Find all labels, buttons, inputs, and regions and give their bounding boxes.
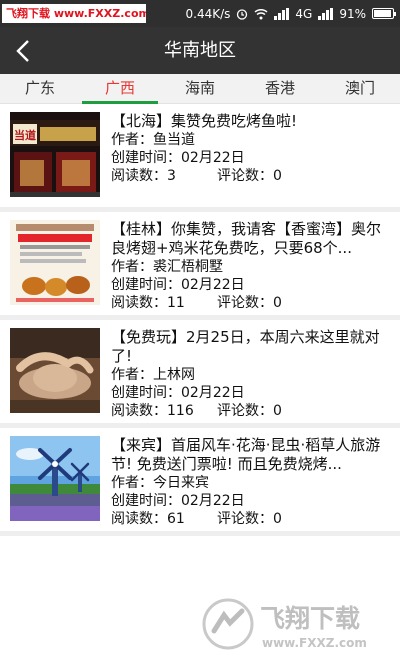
list-item[interactable]: 【来宾】首届风车·花海·昆虫·稻草人旅游节! 免费送门票啦! 而且免费烧烤...…: [0, 428, 400, 536]
item-comments: 0: [273, 295, 282, 311]
thumbnail-image: [10, 220, 100, 305]
item-title[interactable]: 【免费玩】2月25日，本周六来这里就对了!: [111, 328, 388, 366]
author-label: 作者：: [111, 259, 153, 275]
item-reads: 61: [167, 511, 185, 527]
created-label: 创建时间：: [111, 385, 181, 401]
thumbnail-image: [10, 328, 100, 413]
app-header: 华南地区: [0, 27, 400, 74]
item-info: 【免费玩】2月25日，本周六来这里就对了! 作者：上林网 创建时间：02月22日…: [111, 328, 388, 420]
status-bar: 飞翔下载 www.FXXZ.com 0.44K/s 4G 91%: [0, 0, 400, 27]
thumb-sign-text: 当道: [14, 128, 36, 142]
item-created: 02月22日: [181, 385, 245, 401]
watermark-url: www.FXXZ.com: [262, 636, 367, 650]
author-label: 作者：: [111, 475, 153, 491]
network-speed: 0.44K/s: [185, 6, 231, 21]
item-created: 02月22日: [181, 277, 245, 293]
item-author: 上林网: [153, 367, 195, 383]
reads-label: 阅读数：: [111, 295, 167, 311]
created-label: 创建时间：: [111, 493, 181, 509]
item-reads: 3: [167, 168, 176, 184]
tab-macau[interactable]: 澳门: [320, 74, 400, 103]
article-list: 当道 【北海】集赞免费吃烤鱼啦! 作者：鱼当道 创建时间：02月22日 阅读数：…: [0, 104, 400, 536]
created-label: 创建时间：: [111, 277, 181, 293]
watermark-top: 飞翔下载 www.FXXZ.com: [2, 4, 146, 23]
reads-label: 阅读数：: [111, 511, 167, 527]
region-tabs: 广东 广西 海南 香港 澳门: [0, 74, 400, 104]
battery-level: 91%: [339, 6, 366, 21]
comments-label: 评论数：: [217, 168, 273, 184]
tab-hongkong[interactable]: 香港: [240, 74, 320, 103]
item-info: 【来宾】首届风车·花海·昆虫·稻草人旅游节! 免费送门票啦! 而且免费烧烤...…: [111, 436, 388, 528]
item-author: 鱼当道: [153, 132, 195, 148]
tab-hainan[interactable]: 海南: [160, 74, 240, 103]
list-item[interactable]: 【免费玩】2月25日，本周六来这里就对了! 作者：上林网 创建时间：02月22日…: [0, 320, 400, 428]
wifi-icon: [254, 8, 268, 19]
comments-label: 评论数：: [217, 403, 273, 419]
item-info: 【北海】集赞免费吃烤鱼啦! 作者：鱼当道 创建时间：02月22日 阅读数：3 评…: [111, 112, 388, 185]
comments-label: 评论数：: [217, 295, 273, 311]
reads-label: 阅读数：: [111, 168, 167, 184]
comments-label: 评论数：: [217, 511, 273, 527]
list-item[interactable]: 【桂林】你集赞，我请客【香蜜湾】奥尔良烤翅+鸡米花免费吃，只要68个... 作者…: [0, 212, 400, 320]
item-comments: 0: [273, 403, 282, 419]
item-comments: 0: [273, 168, 282, 184]
thumbnail-image: [10, 436, 100, 521]
network-type: 4G: [295, 6, 313, 21]
item-reads: 11: [167, 295, 185, 311]
item-author: 裘汇梧桐墅: [153, 259, 223, 275]
tab-guangdong[interactable]: 广东: [0, 74, 80, 103]
thumbnail-image: 当道: [10, 112, 100, 197]
page-title: 华南地区: [164, 40, 236, 61]
item-created: 02月22日: [181, 493, 245, 509]
alarm-icon: [237, 8, 248, 20]
author-label: 作者：: [111, 132, 153, 148]
item-author: 今日来宾: [153, 475, 209, 491]
signal-icon: [274, 7, 290, 20]
status-icons: 0.44K/s 4G 91%: [185, 0, 396, 27]
item-comments: 0: [273, 511, 282, 527]
item-title[interactable]: 【北海】集赞免费吃烤鱼啦!: [111, 112, 388, 131]
list-item[interactable]: 当道 【北海】集赞免费吃烤鱼啦! 作者：鱼当道 创建时间：02月22日 阅读数：…: [0, 104, 400, 212]
battery-icon: [372, 8, 396, 19]
author-label: 作者：: [111, 367, 153, 383]
created-label: 创建时间：: [111, 150, 181, 166]
reads-label: 阅读数：: [111, 403, 167, 419]
tab-guangxi[interactable]: 广西: [80, 74, 160, 104]
item-created: 02月22日: [181, 150, 245, 166]
watermark-brand: 飞翔下载: [260, 604, 360, 633]
watermark-logo: 飞翔下载 www.FXXZ.com: [198, 593, 394, 655]
item-reads: 116: [167, 403, 194, 419]
item-title[interactable]: 【来宾】首届风车·花海·昆虫·稻草人旅游节! 免费送门票啦! 而且免费烧烤...: [111, 436, 388, 474]
item-info: 【桂林】你集赞，我请客【香蜜湾】奥尔良烤翅+鸡米花免费吃，只要68个... 作者…: [111, 220, 388, 312]
item-title[interactable]: 【桂林】你集赞，我请客【香蜜湾】奥尔良烤翅+鸡米花免费吃，只要68个...: [111, 220, 388, 258]
signal-icon-2: [318, 7, 334, 20]
